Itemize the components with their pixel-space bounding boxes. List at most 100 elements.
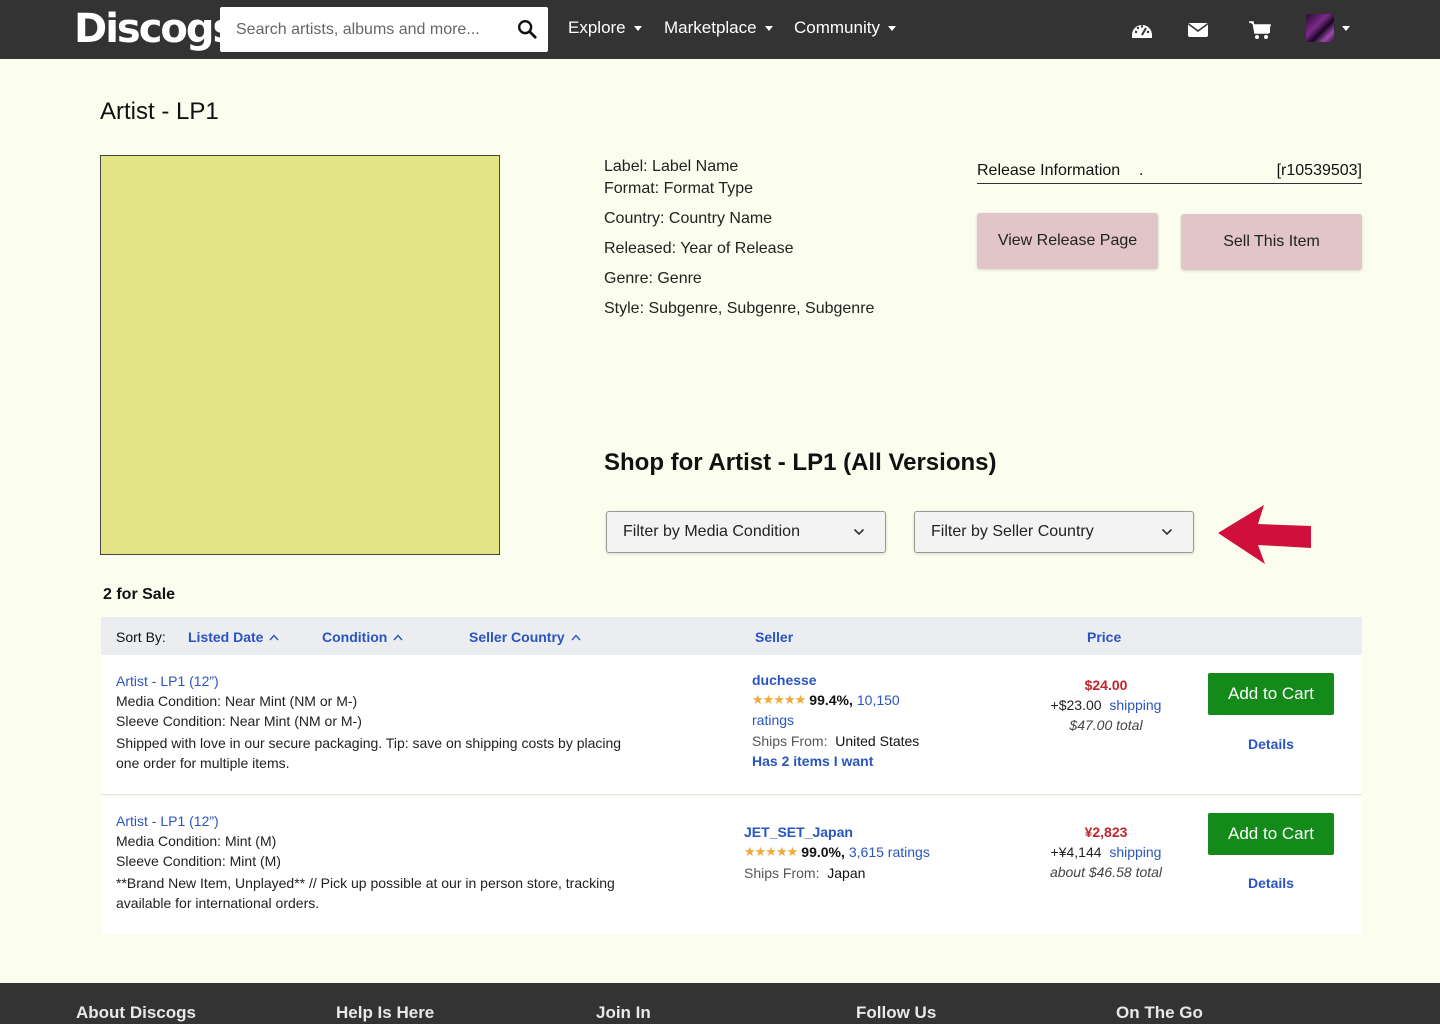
ratings-link[interactable]: 3,615 ratings bbox=[849, 844, 930, 860]
sleeve-condition-value: Mint (M) bbox=[229, 853, 281, 869]
rating-percent: 99.0%, bbox=[801, 844, 845, 860]
sort-price[interactable]: Price bbox=[1087, 629, 1121, 645]
ships-from-label: Ships From: bbox=[744, 865, 820, 881]
ratings-link[interactable]: 10,150 bbox=[857, 692, 900, 708]
release-details: Label: Label Name Format: Format Type Co… bbox=[604, 156, 874, 328]
listing-comment-line: Shipped with love in our secure packagin… bbox=[116, 735, 622, 751]
chevron-up-icon bbox=[571, 633, 581, 640]
mail-icon[interactable] bbox=[1186, 19, 1210, 41]
nav-marketplace[interactable]: Marketplace bbox=[664, 18, 773, 38]
sort-by-label: Sort By: bbox=[116, 629, 166, 645]
nav-community-label: Community bbox=[794, 18, 880, 37]
star-rating-icon: ★★★★★ bbox=[752, 692, 806, 707]
sleeve-condition-label: Sleeve Condition: bbox=[116, 853, 230, 869]
release-style: Style: Subgenre, Subgenre, Subgenre bbox=[604, 300, 875, 317]
seller-name[interactable]: duchesse bbox=[752, 672, 817, 688]
top-navigation-bar: Discogs Explore Marketplace Community bbox=[0, 0, 1440, 59]
album-cover-image bbox=[100, 155, 500, 555]
filter-seller-country-label: Filter by Seller Country bbox=[931, 523, 1094, 540]
sort-condition[interactable]: Condition bbox=[322, 629, 403, 645]
footer-follow-us[interactable]: Follow Us bbox=[856, 1003, 936, 1023]
dashboard-icon[interactable] bbox=[1130, 19, 1154, 41]
release-genre: Genre: Genre bbox=[604, 270, 702, 287]
shipping-cost: +¥4,144 shipping bbox=[1036, 844, 1176, 860]
listing-comment: Shipped with love in our secure packagin… bbox=[116, 733, 636, 773]
chevron-down-icon bbox=[764, 25, 773, 31]
details-link[interactable]: Details bbox=[1208, 875, 1334, 891]
media-condition-label: Media Condition: bbox=[116, 833, 225, 849]
ratings-link[interactable]: ratings bbox=[752, 712, 794, 728]
sell-this-item-button[interactable]: Sell This Item bbox=[1181, 214, 1362, 270]
sort-price-label: Price bbox=[1087, 629, 1122, 645]
media-condition: Media Condition: Mint (M) bbox=[116, 833, 276, 849]
nav-explore-label: Explore bbox=[568, 18, 626, 37]
ships-from: Ships From: Japan bbox=[744, 865, 865, 881]
release-format: Format: Format Type bbox=[604, 180, 754, 197]
view-release-page-button[interactable]: View Release Page bbox=[977, 213, 1158, 269]
chevron-down-icon bbox=[853, 528, 865, 536]
details-link[interactable]: Details bbox=[1208, 736, 1334, 752]
listing-title[interactable]: Artist - LP1 (12”) bbox=[116, 673, 219, 689]
shipping-link[interactable]: shipping bbox=[1109, 844, 1161, 860]
sort-seller-country-label: Seller Country bbox=[469, 629, 565, 645]
release-information-dot: . bbox=[1139, 162, 1144, 179]
sleeve-condition-value: Near Mint (NM or M-) bbox=[229, 713, 362, 729]
avatar[interactable] bbox=[1306, 14, 1334, 42]
filter-media-condition-select[interactable]: Filter by Media Condition bbox=[606, 511, 886, 553]
footer-on-the-go[interactable]: On The Go bbox=[1116, 1003, 1203, 1023]
chevron-down-icon bbox=[633, 25, 642, 31]
sort-seller-label: Seller bbox=[755, 629, 794, 645]
nav-community[interactable]: Community bbox=[794, 18, 896, 38]
sleeve-condition: Sleeve Condition: Near Mint (NM or M-) bbox=[116, 713, 362, 729]
seller-name[interactable]: JET_SET_Japan bbox=[744, 824, 853, 840]
sort-seller[interactable]: Seller bbox=[755, 629, 793, 645]
seller-rating: ★★★★★ 99.0%, 3,615 ratings bbox=[744, 844, 930, 860]
sort-listed-date[interactable]: Listed Date bbox=[188, 629, 279, 645]
add-to-cart-button[interactable]: Add to Cart bbox=[1208, 813, 1334, 855]
page-title: Artist - LP1 bbox=[100, 98, 219, 125]
ships-from-value: Japan bbox=[827, 865, 866, 881]
filter-seller-country-select[interactable]: Filter by Seller Country bbox=[914, 511, 1194, 553]
nav-marketplace-label: Marketplace bbox=[664, 18, 757, 37]
chevron-up-icon bbox=[393, 633, 403, 640]
item-price: ¥2,823 bbox=[1084, 824, 1128, 840]
shipping-link[interactable]: shipping bbox=[1109, 697, 1161, 713]
footer-help-is-here[interactable]: Help Is Here bbox=[336, 1003, 434, 1023]
media-condition-label: Media Condition: bbox=[116, 693, 225, 709]
nav-explore[interactable]: Explore bbox=[568, 18, 642, 38]
shipping-cost: +$23.00 shipping bbox=[1036, 697, 1176, 713]
sort-seller-country[interactable]: Seller Country bbox=[469, 629, 581, 645]
shipping-amount: +$23.00 bbox=[1050, 697, 1102, 713]
chevron-down-icon bbox=[887, 25, 896, 31]
release-label: Label: Label Name bbox=[604, 158, 739, 175]
listing-row: Artist - LP1 (12”) Media Condition: Near… bbox=[101, 655, 1362, 795]
media-condition: Media Condition: Near Mint (NM or M-) bbox=[116, 693, 357, 709]
discogs-logo[interactable]: Discogs bbox=[74, 6, 236, 52]
has-items-i-want-link[interactable]: Has 2 items I want bbox=[752, 753, 873, 769]
media-condition-value: Near Mint (NM or M-) bbox=[224, 693, 358, 709]
total-price: about $46.58 total bbox=[1049, 864, 1163, 880]
listing-comment-line: available for international orders. bbox=[116, 895, 320, 911]
footer-join-in[interactable]: Join In bbox=[596, 1003, 651, 1023]
media-condition-value: Mint (M) bbox=[224, 833, 277, 849]
sort-condition-label: Condition bbox=[322, 629, 388, 645]
total-price: $47.00 total bbox=[1069, 717, 1143, 733]
listing-title[interactable]: Artist - LP1 (12”) bbox=[116, 813, 219, 829]
for-sale-count: 2 for Sale bbox=[103, 586, 176, 603]
release-id: [r10539503] bbox=[1276, 162, 1362, 179]
search-icon[interactable] bbox=[516, 18, 538, 40]
footer-about-discogs[interactable]: About Discogs bbox=[76, 1003, 196, 1023]
search-box bbox=[220, 7, 548, 52]
release-year: Released: Year of Release bbox=[604, 240, 794, 257]
search-input[interactable] bbox=[220, 7, 510, 52]
shop-title: Shop for Artist - LP1 (All Versions) bbox=[604, 449, 997, 476]
item-price: $24.00 bbox=[1084, 677, 1128, 693]
chevron-down-icon bbox=[1161, 528, 1173, 536]
chevron-down-icon[interactable] bbox=[1342, 26, 1350, 31]
add-to-cart-button[interactable]: Add to Cart bbox=[1208, 673, 1334, 715]
cart-icon[interactable] bbox=[1248, 19, 1272, 41]
listing-row: Artist - LP1 (12”) Media Condition: Mint… bbox=[101, 796, 1362, 934]
sort-by-label-wrap: Sort By: bbox=[116, 629, 166, 645]
seller-rating: ★★★★★ 99.4%, 10,150 bbox=[752, 692, 900, 708]
sleeve-condition-label: Sleeve Condition: bbox=[116, 713, 230, 729]
